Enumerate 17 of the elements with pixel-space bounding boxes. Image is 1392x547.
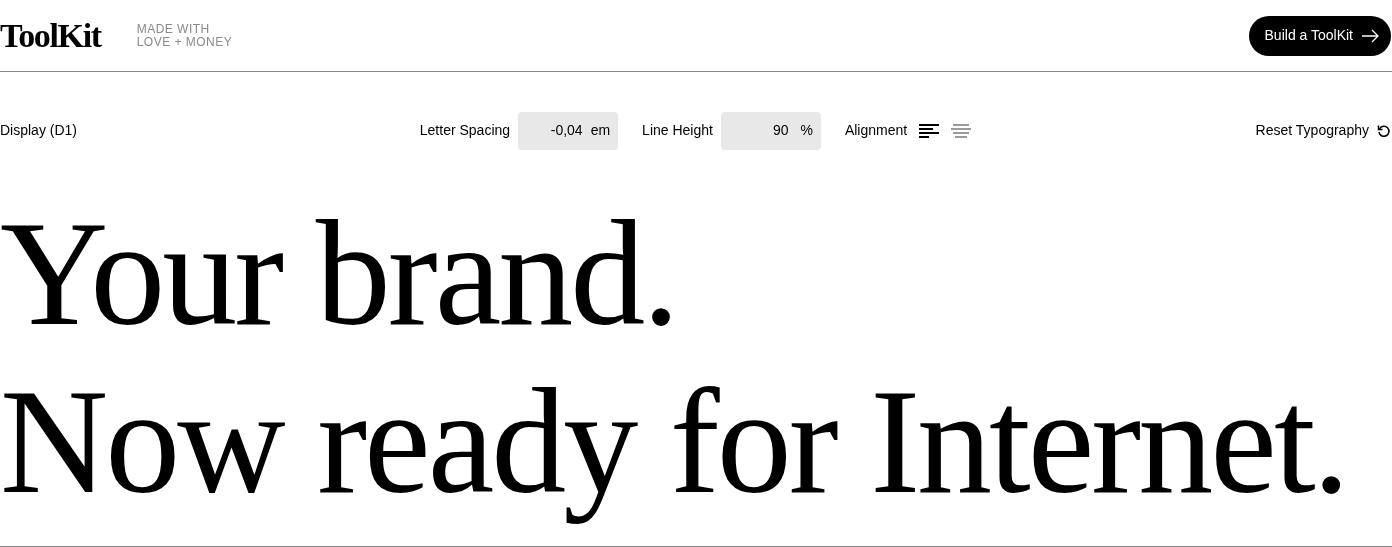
tagline: MADE WITH: [136, 22, 211, 36]
headline-line: Your brand.: [0, 189, 678, 357]
reset-icon: [1377, 123, 1391, 138]
field-label: Line Height: [642, 121, 713, 140]
headline-line: Now ready for Internet.: [0, 357, 1349, 525]
tagline: LOVE + MONEY: [136, 35, 233, 49]
align-center-icon[interactable]: [951, 123, 972, 138]
build-toolkit-button[interactable]: Build a ToolKit: [1248, 15, 1391, 56]
arrow-right-icon: [1361, 28, 1379, 43]
align-left-icon[interactable]: [919, 123, 940, 138]
logo[interactable]: ToolKit: [0, 18, 101, 53]
reset-typography-button[interactable]: Reset Typography: [1091, 120, 1391, 141]
letter-spacing-field[interactable]: -0,04 em: [518, 111, 619, 150]
field-label: Letter Spacing: [419, 121, 511, 140]
field-label: Alignment: [844, 121, 908, 140]
line-height-field[interactable]: 90 %: [720, 111, 821, 150]
style-name: Display (D1): [0, 121, 78, 140]
